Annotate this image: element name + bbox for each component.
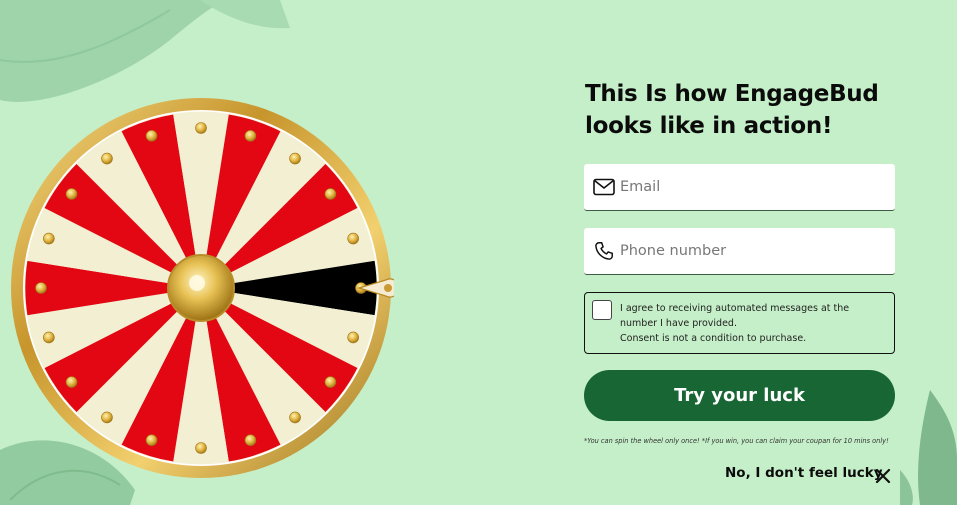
wheel-peg — [101, 152, 113, 165]
wheel-peg — [43, 331, 55, 344]
consent-text: I agree to receiving automated messages … — [620, 303, 850, 329]
wheel-peg — [244, 130, 257, 142]
wheel-peg — [145, 130, 158, 142]
consent-checkbox[interactable] — [592, 300, 612, 320]
wheel-pointer-pin — [384, 284, 392, 292]
consent-box: I agree to receiving automated messages … — [584, 292, 895, 354]
wheel-peg — [35, 282, 47, 294]
wheel-peg — [145, 434, 158, 446]
wheel-peg — [347, 331, 359, 344]
wheel-peg — [195, 442, 207, 454]
phone-icon — [592, 239, 616, 263]
wheel-peg — [43, 232, 55, 245]
page-title: This Is how EngageBud looks like in acti… — [585, 78, 915, 142]
email-input[interactable] — [620, 164, 895, 210]
phone-field[interactable] — [584, 228, 895, 275]
prize-wheel[interactable] — [8, 95, 394, 481]
wheel-hub-highlight — [189, 275, 205, 291]
wheel-peg — [289, 152, 301, 165]
wheel-peg — [244, 434, 257, 446]
title-line-2: looks like in action! — [585, 113, 833, 139]
wheel-peg — [195, 122, 207, 134]
close-icon[interactable] — [874, 467, 892, 485]
email-field[interactable] — [584, 164, 895, 211]
phone-input[interactable] — [620, 228, 895, 274]
disclaimer-text: *You can spin the wheel only once! *If y… — [584, 437, 889, 445]
leaf-decoration-bottom-right — [900, 390, 957, 505]
consent-note: Consent is not a condition to purchase. — [620, 333, 807, 344]
wheel-peg — [289, 411, 301, 424]
try-your-luck-button[interactable]: Try your luck — [584, 370, 895, 421]
wheel-peg — [324, 376, 337, 388]
wheel-peg — [324, 188, 337, 200]
title-line-1: This Is how EngageBud — [585, 81, 879, 107]
wheel-peg — [65, 376, 78, 388]
decline-link[interactable]: No, I don't feel lucky — [725, 465, 883, 481]
wheel-peg — [65, 188, 78, 200]
wheel-peg — [347, 232, 359, 245]
leaf-decoration-top-left — [0, 0, 290, 102]
envelope-icon — [592, 175, 616, 199]
wheel-peg — [101, 411, 113, 424]
